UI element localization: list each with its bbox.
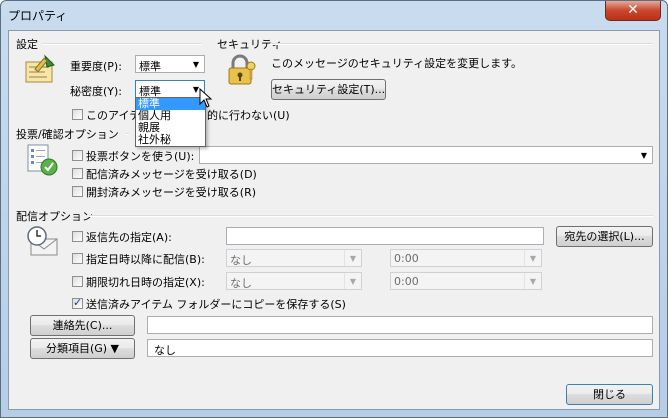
- security-settings-button[interactable]: セキュリティ設定(T)...: [271, 79, 386, 100]
- sensitivity-option[interactable]: 社外秘: [136, 134, 205, 146]
- voting-options-icon: [27, 144, 58, 176]
- contacts-button[interactable]: 連絡先(C)...: [30, 315, 135, 336]
- settings-group-label: 設定: [16, 38, 38, 51]
- save-sent-label: 送信済みアイテム フォルダーにコピーを保存する(S): [86, 298, 346, 311]
- security-lock-icon: [228, 54, 256, 85]
- chevron-down-icon: ▼: [524, 250, 541, 266]
- voting-buttons-select[interactable]: ▼: [199, 146, 653, 164]
- reply-to-label: 返信先の指定(A):: [86, 231, 172, 244]
- reply-to-input[interactable]: [226, 227, 544, 245]
- window-close-button[interactable]: ✕: [605, 1, 661, 21]
- read-receipt-label: 開封済みメッセージを受け取る(R): [86, 186, 257, 199]
- importance-select[interactable]: 標準 ▼: [135, 55, 205, 73]
- autoarchive-checkbox[interactable]: [72, 109, 83, 120]
- sensitivity-select[interactable]: 標準 ▼: [135, 80, 205, 98]
- deliver-time-select[interactable]: 0:00 ▼: [390, 249, 542, 267]
- use-voting-checkbox[interactable]: [72, 150, 83, 161]
- chevron-down-icon: ▼: [344, 250, 361, 266]
- delivery-group-divider: [89, 215, 653, 217]
- autoarchive-label-right: 的に行わない(U): [207, 109, 290, 122]
- expire-time-value: 0:00: [394, 275, 419, 288]
- delivery-group-label: 配信オプション: [16, 210, 93, 223]
- deliver-date-value: なし: [230, 254, 252, 267]
- sensitivity-dropdown-list: 標準 個人用 親展 社外秘: [135, 97, 206, 147]
- close-dialog-button[interactable]: 閉じる: [566, 384, 653, 405]
- contacts-input[interactable]: [147, 316, 653, 334]
- categories-input[interactable]: なし: [147, 339, 653, 357]
- do-not-deliver-before-checkbox[interactable]: [72, 253, 83, 264]
- title-bar[interactable]: プロパティ ✕: [1, 1, 667, 28]
- chevron-down-icon: ▼: [640, 150, 648, 160]
- expire-time-select[interactable]: 0:00 ▼: [390, 272, 542, 290]
- use-voting-label: 投票ボタンを使う(U):: [86, 150, 195, 163]
- autoarchive-label-left: このアイテ: [86, 109, 141, 122]
- properties-window: プロパティ ✕ 設定 重要度(P): 標準 ▼ 秘密度(Y): 標準 ▼ このア…: [0, 0, 668, 418]
- chevron-down-icon: ▼: [192, 59, 200, 69]
- voting-group-label: 投票/確認オプション: [16, 128, 119, 141]
- expire-date-select[interactable]: なし ▼: [226, 272, 362, 290]
- importance-value: 標準: [139, 60, 161, 73]
- settings-group-divider: [42, 43, 202, 45]
- select-names-button[interactable]: 宛先の選択(L)...: [556, 226, 653, 247]
- mouse-cursor-icon: [199, 88, 213, 108]
- expires-after-label: 期限切れ日時の指定(X):: [86, 276, 205, 289]
- read-receipt-checkbox[interactable]: [72, 186, 83, 197]
- reply-to-checkbox[interactable]: [72, 231, 83, 242]
- save-sent-checkbox[interactable]: [72, 296, 83, 309]
- message-settings-icon: [25, 54, 55, 83]
- sensitivity-label: 秘密度(Y):: [70, 85, 123, 98]
- window-title: プロパティ: [8, 9, 68, 23]
- delivery-receipt-label: 配信済みメッセージを受け取る(D): [86, 168, 257, 181]
- chevron-down-icon: ▼: [344, 273, 361, 289]
- delivery-receipt-checkbox[interactable]: [72, 168, 83, 179]
- expires-after-checkbox[interactable]: [72, 276, 83, 287]
- importance-label: 重要度(P):: [70, 60, 122, 73]
- categories-value: なし: [154, 344, 176, 357]
- categories-button[interactable]: 分類項目(G) ▼: [30, 338, 135, 359]
- security-group-divider: [270, 43, 653, 45]
- security-description: このメッセージのセキュリティ設定を変更します。: [271, 57, 523, 70]
- delivery-options-icon: [27, 226, 58, 256]
- expire-date-value: なし: [230, 277, 252, 290]
- chevron-down-icon: ▼: [524, 273, 541, 289]
- deliver-time-value: 0:00: [394, 252, 419, 265]
- do-not-deliver-before-label: 指定日時以降に配信(B):: [86, 253, 205, 266]
- deliver-date-select[interactable]: なし ▼: [226, 249, 362, 267]
- dialog-client-area: 設定 重要度(P): 標準 ▼ 秘密度(Y): 標準 ▼ このアイテ 的に行わな…: [8, 30, 660, 410]
- voting-group-divider: [126, 133, 129, 135]
